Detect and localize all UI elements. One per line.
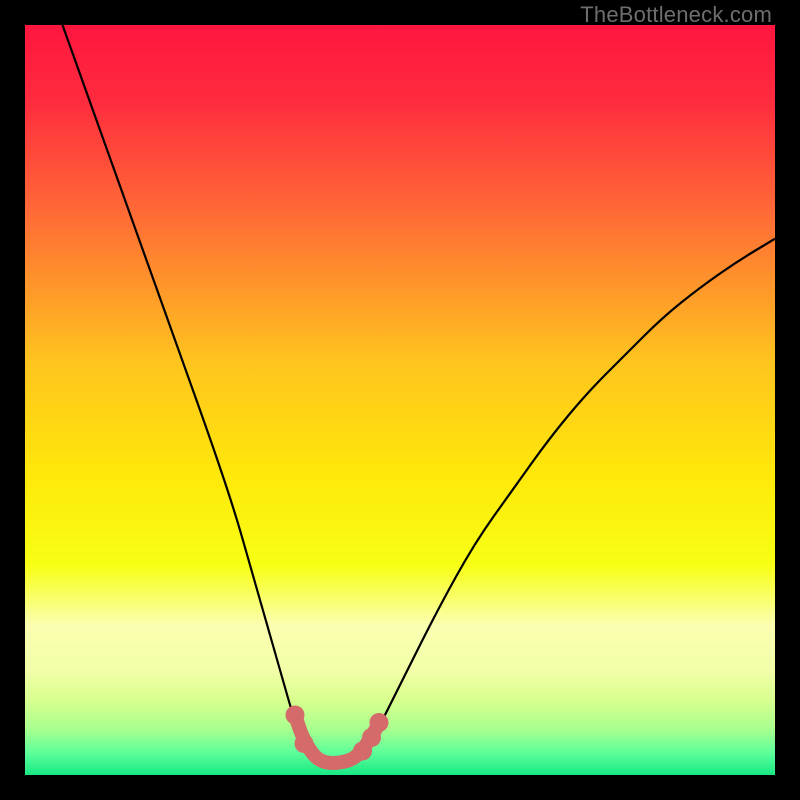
bottleneck-chart	[25, 25, 775, 775]
optimal-zone-dot	[295, 734, 314, 753]
chart-frame	[25, 25, 775, 775]
optimal-zone-dot	[370, 713, 389, 732]
gradient-background	[25, 25, 775, 775]
watermark-text: TheBottleneck.com	[580, 2, 772, 28]
optimal-zone-dot	[286, 706, 305, 725]
